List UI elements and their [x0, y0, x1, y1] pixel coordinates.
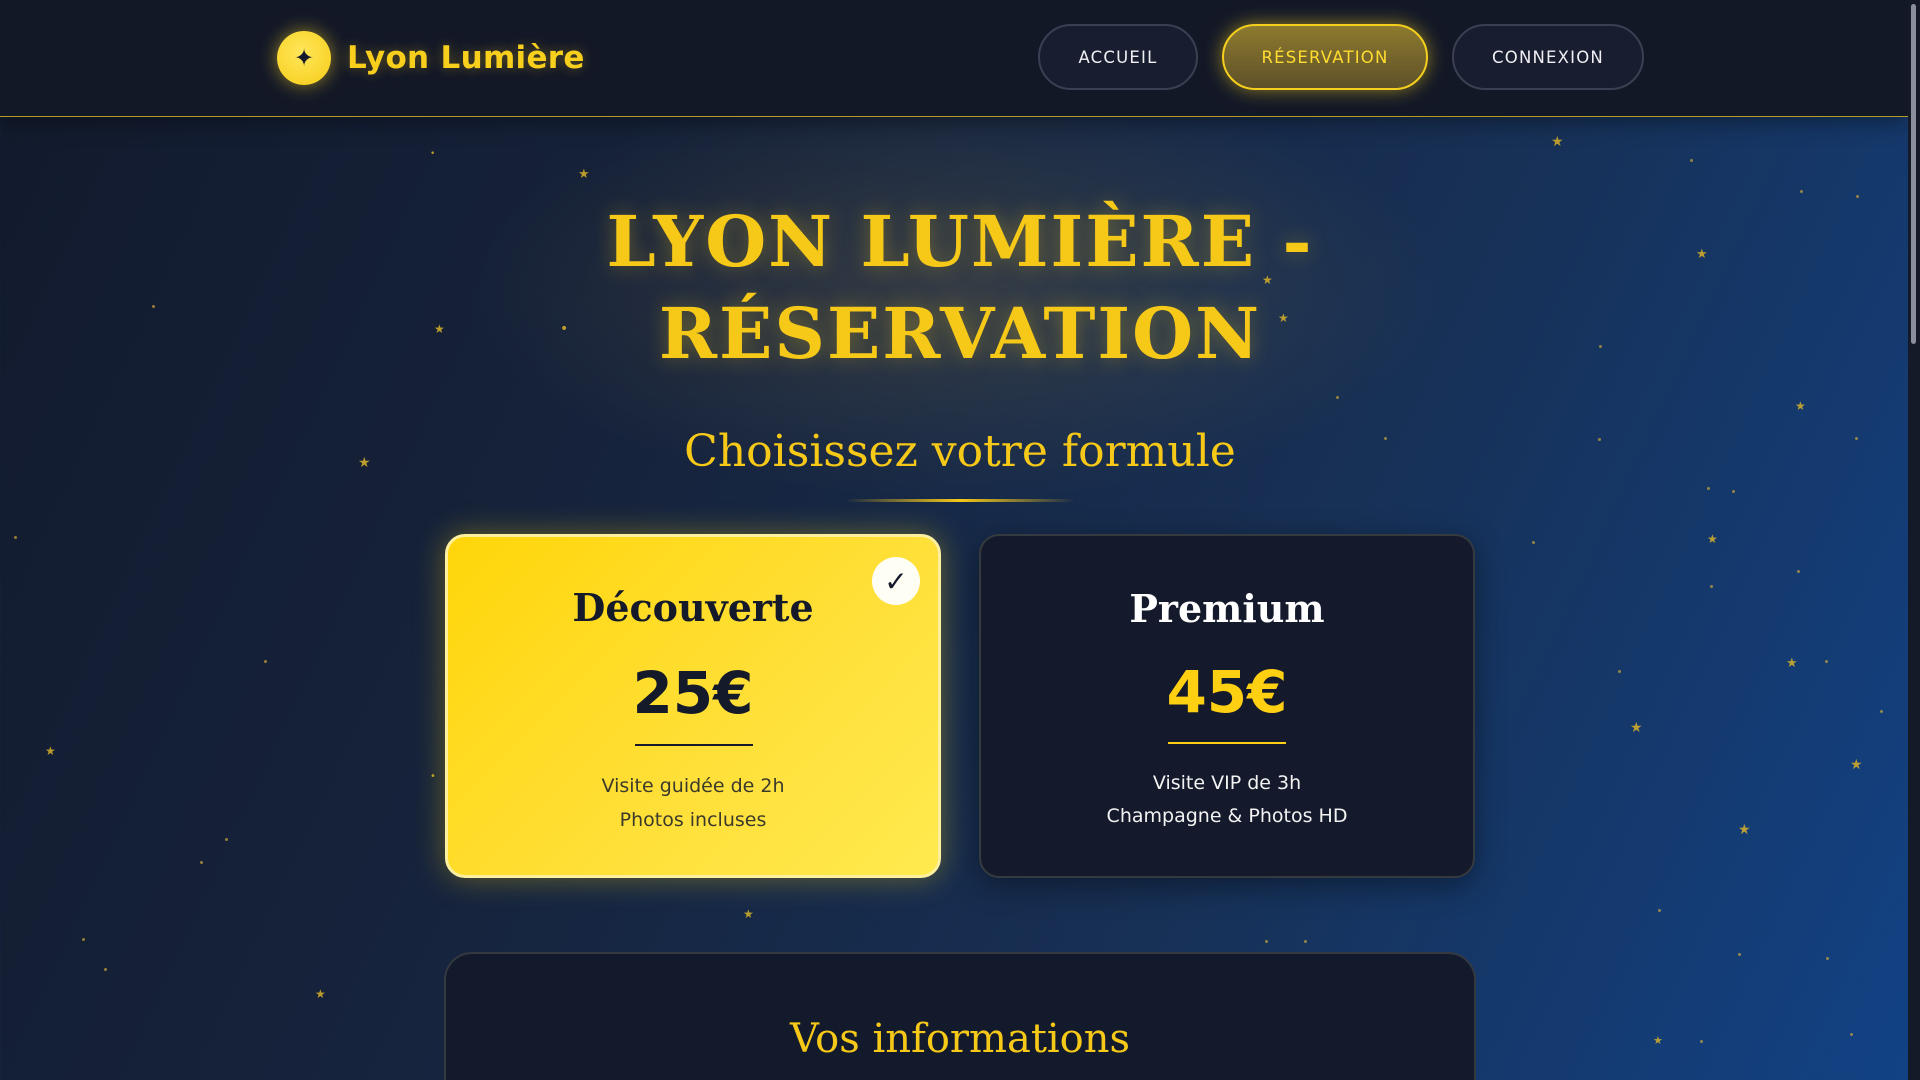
star-dot — [1384, 437, 1387, 440]
plan-name: Premium — [1129, 586, 1325, 631]
brand-logo-link[interactable]: ✦ Lyon Lumière — [277, 30, 585, 86]
star-dot — [264, 660, 267, 663]
star-dot — [1880, 710, 1883, 713]
star-dot — [1710, 585, 1713, 588]
star-icon: ★ — [1630, 720, 1643, 736]
star-dot — [1265, 940, 1268, 943]
star-dot — [1850, 1033, 1853, 1036]
page-scrollbar[interactable] — [1908, 0, 1920, 1080]
star-dot — [1732, 490, 1735, 493]
star-dot — [1797, 570, 1800, 573]
star-dot — [14, 536, 17, 539]
star-icon: ★ — [315, 987, 326, 1001]
star-dot — [82, 938, 85, 941]
star-dot — [1658, 909, 1661, 912]
page-title-line2: RÉSERVATION — [658, 292, 1262, 375]
sparkle-icon: ✦ — [277, 31, 331, 85]
sparkle-symbol: ✦ — [293, 44, 315, 72]
brand-name: Lyon Lumière — [347, 40, 585, 76]
star-dot — [1599, 345, 1602, 348]
info-form-panel: Vos informations — [444, 952, 1476, 1080]
star-dot — [1707, 487, 1710, 490]
price-divider — [635, 744, 753, 746]
star-icon: • — [430, 149, 436, 159]
star-icon: ★ — [1786, 656, 1798, 671]
plan-feature: Photos incluses — [619, 809, 767, 831]
star-icon: ★ — [1850, 757, 1863, 773]
star-icon: ★ — [358, 455, 371, 471]
star-dot — [1598, 438, 1601, 441]
star-dot — [1700, 1040, 1703, 1043]
star-icon: ★ — [1696, 247, 1708, 262]
subtitle-divider — [845, 499, 1075, 502]
top-navbar: ✦ Lyon Lumière ACCUEIL RÉSERVATION CONNE… — [0, 0, 1908, 117]
main-nav: ACCUEIL RÉSERVATION CONNEXION — [1038, 24, 1644, 90]
plan-card-decouverte[interactable]: ✓ Découverte 25€ Visite guidée de 2h Pho… — [445, 534, 941, 878]
plan-card-premium[interactable]: Premium 45€ Visite VIP de 3h Champagne &… — [979, 534, 1475, 878]
star-dot — [1304, 940, 1307, 943]
star-dot — [1856, 195, 1859, 198]
star-icon: ★ — [45, 744, 56, 758]
star-icon: ★ — [1707, 532, 1718, 546]
star-dot — [1800, 190, 1803, 193]
scrollbar-thumb[interactable] — [1911, 4, 1916, 344]
page-title-line1: LYON LUMIÈRE - — [606, 200, 1314, 283]
star-dot — [1532, 541, 1535, 544]
star-dot — [1618, 670, 1621, 673]
info-section-title: Vos informations — [789, 1016, 1131, 1062]
plan-name: Découverte — [572, 585, 814, 630]
star-icon: ★ — [434, 322, 445, 336]
nav-connexion-button[interactable]: CONNEXION — [1452, 24, 1644, 90]
plan-feature: Champagne & Photos HD — [1106, 805, 1348, 827]
star-icon: ★ — [578, 167, 590, 182]
plan-price: 25€ — [632, 659, 754, 727]
plan-feature: Visite VIP de 3h — [1152, 772, 1302, 794]
page-title: LYON LUMIÈRE - RÉSERVATION — [460, 196, 1460, 380]
star-dot — [1826, 957, 1829, 960]
star-dot — [1336, 396, 1339, 399]
star-dot — [1855, 437, 1858, 440]
plan-price: 45€ — [1166, 658, 1288, 726]
star-dot — [104, 968, 107, 971]
star-dot — [1690, 159, 1693, 162]
nav-accueil-button[interactable]: ACCUEIL — [1038, 24, 1198, 90]
plan-description: Visite VIP de 3h Champagne & Photos HD — [981, 767, 1473, 833]
section-subtitle: Choisissez votre formule — [684, 426, 1236, 477]
star-icon: • — [430, 771, 436, 782]
star-icon: ★ — [1738, 822, 1751, 838]
nav-reservation-button[interactable]: RÉSERVATION — [1222, 24, 1428, 90]
star-dot — [1825, 660, 1828, 663]
star-icon: ★ — [1795, 399, 1806, 413]
star-icon: ★ — [1551, 134, 1564, 150]
star-icon: ★ — [1653, 1034, 1663, 1047]
star-dot — [152, 305, 155, 308]
star-icon: ★ — [743, 907, 754, 921]
star-dot — [200, 861, 203, 864]
plan-description: Visite guidée de 2h Photos incluses — [448, 769, 938, 837]
star-dot — [225, 838, 228, 841]
price-divider — [1168, 742, 1286, 744]
star-dot — [1738, 953, 1741, 956]
plan-feature: Visite guidée de 2h — [601, 775, 785, 797]
